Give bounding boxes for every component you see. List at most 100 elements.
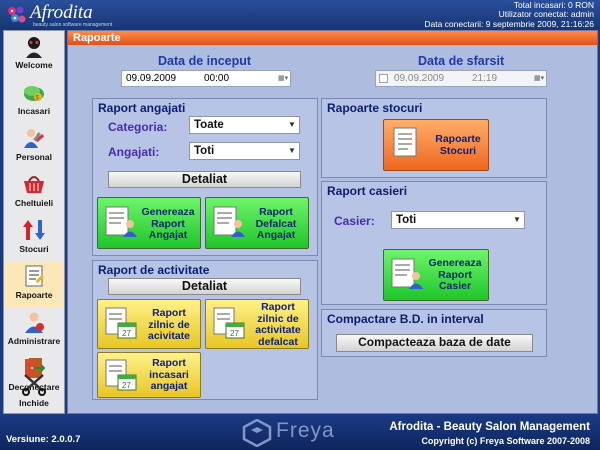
report-person-icon xyxy=(105,206,137,237)
casier-label: Casier: xyxy=(334,214,375,228)
panel-raport-casieri: Raport casieri Casier: Toti ▼ Genereaza R… xyxy=(321,181,547,305)
admin-icon xyxy=(25,312,44,333)
date-start-label: Data de inceput xyxy=(158,54,252,68)
panel-title: Rapoarte stocuri xyxy=(327,101,423,115)
sidebar-item-rapoarte[interactable]: Rapoarte xyxy=(4,261,64,307)
logo-text: Afrodita xyxy=(30,2,93,23)
sidebar-item-stocuri[interactable]: Stocuri xyxy=(4,215,64,261)
freya-text: Freya xyxy=(276,419,335,442)
date-end-label: Data de sfarsit xyxy=(418,54,505,68)
categoria-label: Categoria: xyxy=(108,120,168,134)
rapoarte-stocuri-button[interactable]: Rapoarte Stocuri xyxy=(383,119,489,171)
panel-title: Raport casieri xyxy=(327,184,408,198)
button-label: Raport zilnic de acivitate xyxy=(147,307,191,342)
panel-raport-activitate: Raport de activitate Detaliat 27 Raport z… xyxy=(92,260,318,400)
date-start-time: 00:00 xyxy=(204,73,230,84)
session-info: Total incasari: 0 RON Utilizator conecta… xyxy=(424,0,594,29)
compacteaza-button[interactable]: Compacteaza baza de date xyxy=(336,334,533,352)
sidebar-item-administrare[interactable]: Administrare xyxy=(4,307,64,353)
connection-date: Data conectarii: 9 septembrie 2009, 21:1… xyxy=(424,18,594,29)
page-title: Rapoarte xyxy=(68,31,597,45)
stock-arrows-icon xyxy=(23,220,45,240)
calendar-dropdown-icon[interactable]: ▦▾ xyxy=(278,73,288,84)
report-person-icon xyxy=(391,258,423,289)
sidebar-item-label: Rapoarte xyxy=(15,290,53,300)
svg-text:27: 27 xyxy=(122,381,131,390)
basket-icon xyxy=(24,176,44,193)
freya-watermark: Freya xyxy=(242,418,362,448)
panel-raport-angajati: Raport angajati Categoria: Toate ▼ Angaj… xyxy=(92,98,318,256)
report-icon xyxy=(393,127,417,157)
raport-zilnic-activitate-button[interactable]: 27 Raport zilnic de acivitate xyxy=(97,299,201,349)
staff-icon xyxy=(24,129,45,148)
app-logo: Afrodita beauty salon software managemen… xyxy=(6,2,112,29)
logo-tagline: beauty salon software management xyxy=(33,22,113,28)
date-end-date: 09.09.2009 xyxy=(394,73,445,84)
flower-logo-icon xyxy=(8,6,26,23)
panel-rapoarte-stocuri: Rapoarte stocuri Rapoarte Stocuri xyxy=(321,98,547,178)
sidebar-item-welcome[interactable]: Welcome xyxy=(4,31,64,77)
raport-defalcat-angajat-button[interactable]: Raport Defalcat Angajat xyxy=(205,197,309,249)
categoria-select[interactable]: Toate ▼ xyxy=(189,116,300,134)
casier-value: Toti xyxy=(396,214,417,226)
date-start-picker[interactable]: 09.09.2009 00:00 ▦▾ xyxy=(121,70,291,87)
panel-title: Raport angajati xyxy=(98,101,186,115)
panel-compactare: Compactare B.D. in interval Compacteaza … xyxy=(321,309,547,357)
angajati-value: Toti xyxy=(194,145,215,157)
freya-logo-icon xyxy=(242,419,272,447)
date-end-picker[interactable]: 09.09.2009 21:19 ▦▾ xyxy=(375,70,547,87)
date-start-date: 09.09.2009 xyxy=(126,73,177,84)
sidebar-item-label: Welcome xyxy=(15,60,53,70)
panel-title: Compactare B.D. in interval xyxy=(327,312,484,326)
categoria-value: Toate xyxy=(194,119,224,131)
top-bar: Afrodita beauty salon software managemen… xyxy=(0,0,600,30)
copyright-text: Copyright (c) Freya Software 2007-2008 xyxy=(421,436,590,446)
button-label: Genereaza Raport Casier xyxy=(428,257,482,292)
angajati-select[interactable]: Toti ▼ xyxy=(189,142,300,160)
status-bar: Versiune: 2.0.0.7 Freya Afrodita - Beaut… xyxy=(0,414,600,450)
report-icon xyxy=(25,265,44,287)
sidebar-item-label: Personal xyxy=(16,152,52,162)
sidebar-item-personal[interactable]: Personal xyxy=(4,123,64,169)
sidebar-item-label: Inchide xyxy=(19,398,49,408)
casier-select[interactable]: Toti ▼ xyxy=(391,211,525,229)
button-label: Raport incasari angajat xyxy=(149,357,189,392)
svg-text:27: 27 xyxy=(122,329,131,338)
report-calendar-icon: 27 xyxy=(105,307,137,339)
sidebar-item-label: Administrare xyxy=(7,336,61,346)
button-label: Raport zilnic de activitate defalcat xyxy=(255,301,301,348)
sidebar-item-label: Incasari xyxy=(17,106,51,116)
panel-title: Raport de activitate xyxy=(98,263,210,277)
genereaza-raport-casier-button[interactable]: Genereaza Raport Casier xyxy=(383,249,489,301)
close-scissors-icon xyxy=(22,374,46,396)
button-label: Raport Defalcat Angajat xyxy=(255,206,297,241)
report-calendar-icon: 27 xyxy=(213,307,245,339)
welcome-icon xyxy=(26,37,42,58)
chevron-down-icon: ▼ xyxy=(288,146,296,155)
report-person-icon xyxy=(213,206,245,237)
main-content: Rapoarte Data de inceput 09.09.2009 00:0… xyxy=(67,30,598,414)
sidebar-item-incasari[interactable]: $ Incasari xyxy=(4,77,64,123)
raport-incasari-angajat-button[interactable]: 27 Raport incasari angajat xyxy=(97,352,201,398)
chevron-down-icon: ▼ xyxy=(513,215,521,224)
sidebar-item-label: Stocuri xyxy=(19,244,49,254)
app-title: Afrodita - Beauty Salon Management xyxy=(389,421,590,433)
button-label: Rapoarte Stocuri xyxy=(435,133,481,157)
version-label: Versiune: 2.0.0.7 xyxy=(6,434,81,445)
angajati-label: Angajati: xyxy=(108,145,160,159)
calendar-dropdown-icon[interactable]: ▦▾ xyxy=(534,73,544,84)
money-icon: $ xyxy=(24,86,44,102)
detaliat-activitate-button[interactable]: Detaliat xyxy=(108,278,301,295)
detaliat-button[interactable]: Detaliat xyxy=(108,171,301,188)
button-label: Genereaza Raport Angajat xyxy=(141,206,195,241)
chevron-down-icon: ▼ xyxy=(288,120,296,129)
date-end-checkbox[interactable] xyxy=(379,74,388,83)
date-end-time: 21:19 xyxy=(472,73,498,84)
genereaza-raport-angajat-button[interactable]: Genereaza Raport Angajat xyxy=(97,197,201,249)
report-calendar-icon: 27 xyxy=(105,359,137,391)
sidebar-item-label: Cheltuieli xyxy=(14,198,54,208)
sidebar: Welcome $ Incasari Personal Cheltuieli S… xyxy=(3,30,65,414)
raport-zilnic-activitate-defalcat-button[interactable]: 27 Raport zilnic de activitate defalcat xyxy=(205,299,309,349)
sidebar-item-inchide[interactable]: Inchide xyxy=(4,369,64,415)
sidebar-item-cheltuieli[interactable]: Cheltuieli xyxy=(4,169,64,215)
